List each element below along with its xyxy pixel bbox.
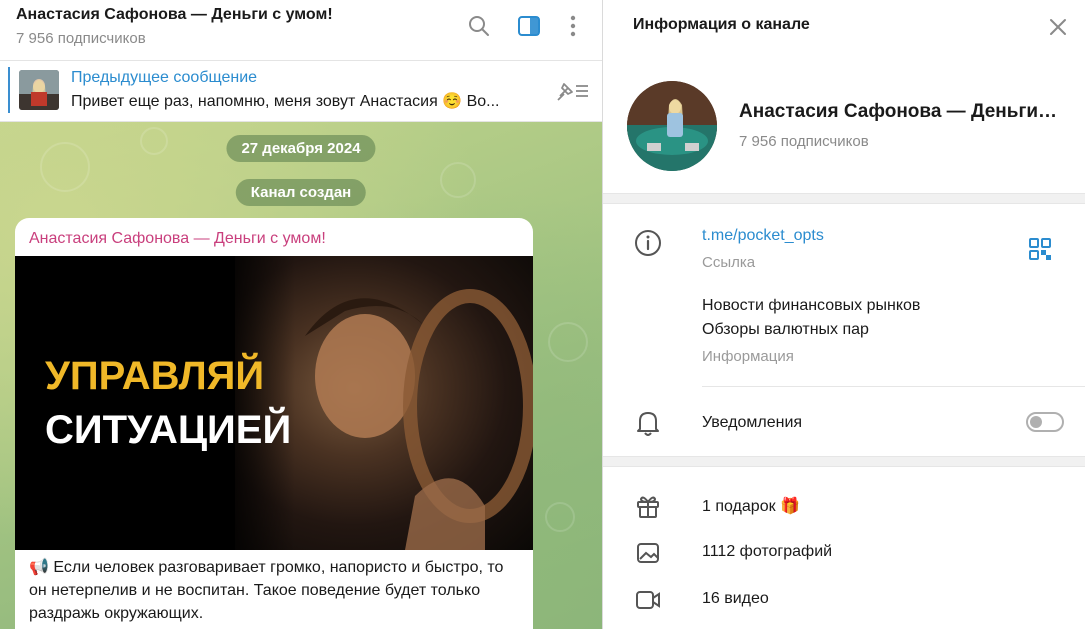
chat-pane: Анастасия Сафонова — Деньги с умом! 7 95… xyxy=(0,0,602,629)
channel-created-notice: Канал создан xyxy=(235,179,367,206)
more-menu-icon[interactable] xyxy=(561,14,585,38)
search-icon[interactable] xyxy=(467,14,491,38)
background-doodle xyxy=(140,127,168,155)
background-doodle xyxy=(548,322,588,362)
pinned-title[interactable]: Предыдущее сообщение xyxy=(71,69,257,87)
message-author[interactable]: Анастасия Сафонова — Деньги с умом! xyxy=(29,230,326,248)
pinned-indicator xyxy=(8,67,10,113)
video-icon xyxy=(633,585,663,615)
toggle-knob xyxy=(1030,416,1042,428)
sidebar-toggle-icon[interactable] xyxy=(517,14,541,38)
background-doodle xyxy=(545,502,575,532)
message-bubble[interactable]: Анастасия Сафонова — Деньги с умом! УПРА… xyxy=(15,218,533,629)
bell-icon xyxy=(633,408,663,438)
panel-title: Информация о канале xyxy=(633,16,810,33)
message-image[interactable]: УПРАВЛЯЙ СИТУАЦИЕЙ xyxy=(15,256,533,550)
photo-icon xyxy=(633,538,663,568)
description-label: Информация xyxy=(702,348,794,365)
section-separator xyxy=(603,193,1085,204)
background-doodle xyxy=(440,162,476,198)
chat-title[interactable]: Анастасия Сафонова — Деньги с умом! xyxy=(16,6,333,24)
section-separator xyxy=(603,456,1085,467)
channel-avatar[interactable] xyxy=(627,81,717,171)
message-text: 📢 Если человек разговаривает громко, нап… xyxy=(29,559,504,622)
channel-link[interactable]: t.me/pocket_opts xyxy=(702,227,824,245)
background-doodle xyxy=(40,142,90,192)
image-gradient xyxy=(215,256,295,550)
pinned-list-icon[interactable] xyxy=(554,78,590,104)
gifts-item[interactable]: 1 подарок 🎁 xyxy=(702,496,800,516)
notifications-toggle[interactable] xyxy=(1026,412,1064,432)
notifications-label: Уведомления xyxy=(702,414,803,431)
description-line1: Новости финансовых рынков xyxy=(702,297,921,314)
date-separator: 27 декабря 2024 xyxy=(226,135,376,162)
channel-subscribers: 7 956 подписчиков xyxy=(739,133,869,150)
close-icon[interactable] xyxy=(1045,14,1071,40)
image-caption-line2: СИТУАЦИЕЙ xyxy=(45,408,292,452)
pinned-thumbnail xyxy=(19,70,59,110)
gift-icon xyxy=(633,491,663,521)
chat-subscribers: 7 956 подписчиков xyxy=(16,30,146,47)
qr-code-icon[interactable] xyxy=(1027,236,1053,262)
description-line2: Обзоры валютных пар xyxy=(702,321,869,338)
channel-info-panel: Информация о канале Анастасия Сафонова —… xyxy=(603,0,1085,629)
photos-item[interactable]: 1112 фотографий xyxy=(702,543,832,561)
chat-header[interactable]: Анастасия Сафонова — Деньги с умом! 7 95… xyxy=(0,0,602,61)
info-icon xyxy=(633,228,663,258)
pinned-text[interactable]: Привет еще раз, напомню, меня зовут Анас… xyxy=(71,91,531,111)
image-caption-line1: УПРАВЛЯЙ xyxy=(45,354,265,398)
link-label: Ссылка xyxy=(702,254,756,271)
videos-item[interactable]: 16 видео xyxy=(702,590,769,608)
row-divider xyxy=(702,386,1085,387)
channel-name: Анастасия Сафонова — Деньги с умом! xyxy=(739,101,1059,122)
pinned-message-bar[interactable]: Предыдущее сообщение Привет еще раз, нап… xyxy=(0,61,602,122)
